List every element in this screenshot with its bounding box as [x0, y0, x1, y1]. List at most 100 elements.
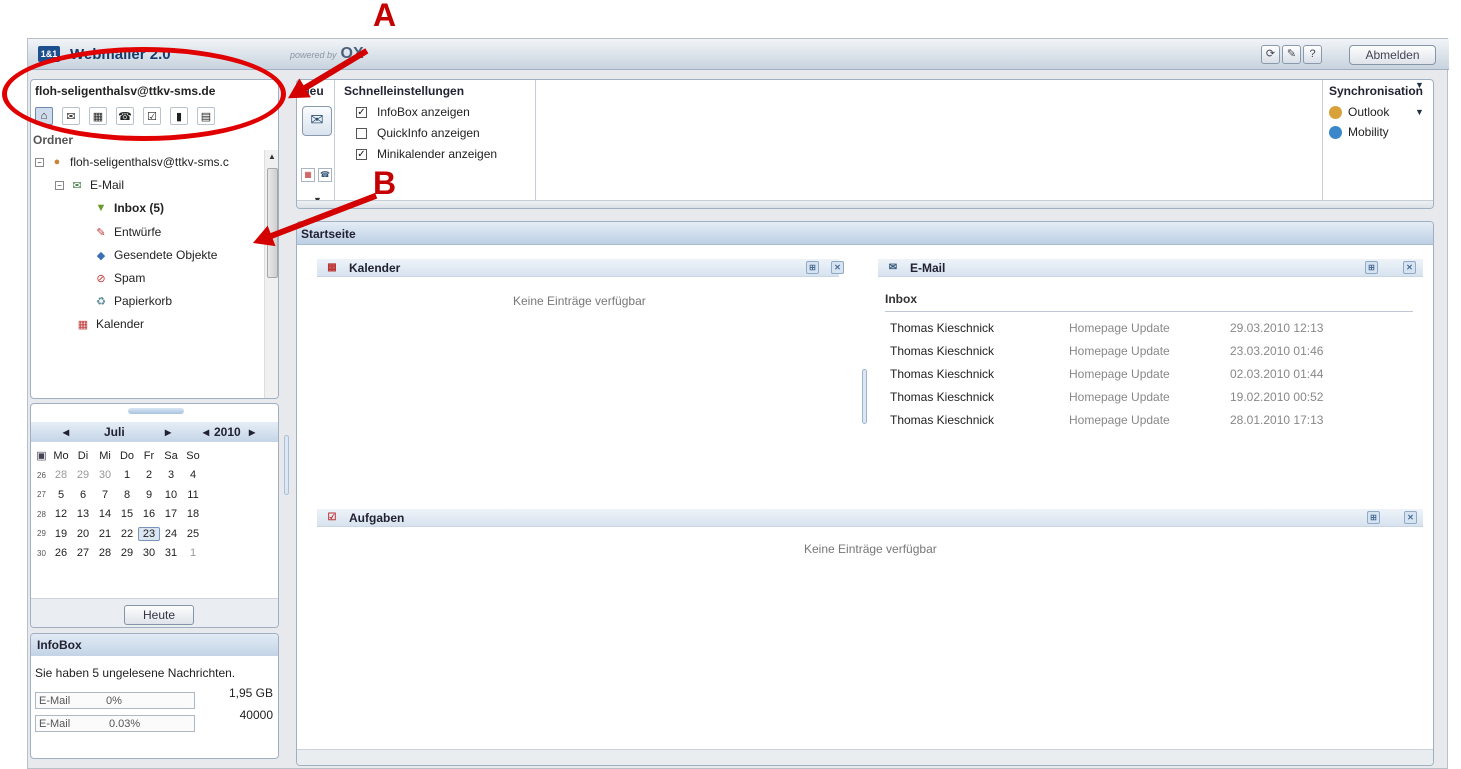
calendar-day[interactable]: 13 — [72, 508, 94, 520]
tree-item-calendar[interactable]: ▦ Kalender — [75, 314, 144, 334]
close-widget-icon[interactable]: ✕ — [1403, 261, 1416, 274]
sync-column: Synchronisation ● Outlook ● Mobility — [1322, 80, 1433, 208]
settings-icon[interactable]: ✎ — [1282, 45, 1301, 64]
maximize-icon[interactable]: ⊞ — [806, 261, 819, 274]
calendar-day[interactable]: 12 — [50, 508, 72, 520]
mail-from: Thomas Kieschnick — [890, 390, 995, 404]
calendar-day[interactable]: 30 — [138, 547, 160, 559]
week-number[interactable]: 26 — [33, 471, 50, 480]
checkbox-icon[interactable]: ✓ — [356, 106, 367, 118]
check-quickinfo[interactable]: QuickInfo anzeigen — [356, 126, 480, 140]
calendar-day[interactable]: 20 — [72, 528, 94, 540]
calendar-day[interactable]: 28 — [50, 469, 72, 481]
close-widget-icon[interactable]: ✕ — [1404, 511, 1417, 524]
calendar-day[interactable]: 7 — [94, 489, 116, 501]
widget-splitter[interactable] — [862, 369, 867, 424]
calendar-day[interactable]: 10 — [160, 489, 182, 501]
widget-title: E-Mail — [910, 261, 946, 275]
calendar-day[interactable]: 5 — [50, 489, 72, 501]
maximize-icon[interactable]: ⊞ — [1367, 511, 1380, 524]
calendar-header: ◂ Juli ▸ ◂ 2010 ▸ — [31, 422, 278, 442]
mail-from: Thomas Kieschnick — [890, 413, 995, 427]
check-minical[interactable]: ✓ Minikalender anzeigen — [356, 147, 497, 161]
scroll-up-icon[interactable]: ▲ — [268, 152, 276, 161]
toolbar-scroll-down-icon[interactable]: ▼ — [1415, 107, 1424, 117]
tree-item-inbox[interactable]: ▼ Inbox (5) — [93, 198, 164, 218]
calendar-day[interactable]: 14 — [94, 508, 116, 520]
sent-icon: ◆ — [96, 249, 106, 262]
new-mail-icon[interactable]: ✉ — [302, 106, 332, 136]
calendar-day[interactable]: 31 — [160, 547, 182, 559]
calendar-day[interactable]: 29 — [72, 469, 94, 481]
today-button[interactable]: Heute — [124, 605, 194, 625]
sidebar-splitter[interactable] — [284, 435, 289, 495]
mail-date: 02.03.2010 01:44 — [1230, 367, 1324, 381]
toolbar-scroll-up-icon[interactable]: ▼ — [1415, 80, 1424, 90]
calendar-day[interactable]: 30 — [94, 469, 116, 481]
calendar-day[interactable]: 9 — [138, 489, 160, 501]
tree-item-trash[interactable]: ♻ Papierkorb — [93, 291, 172, 311]
next-year-button[interactable]: ▸ — [249, 425, 255, 439]
calendar-day[interactable]: 27 — [72, 547, 94, 559]
calendar-day[interactable]: 24 — [160, 528, 182, 540]
prev-year-button[interactable]: ◂ — [203, 425, 209, 439]
check-infobox[interactable]: ✓ InfoBox anzeigen — [356, 105, 470, 119]
week-number[interactable]: 29 — [33, 529, 50, 538]
tree-item-email[interactable]: − ✉ E-Mail — [55, 175, 124, 195]
calendar-day[interactable]: 29 — [116, 547, 138, 559]
collapse-icon[interactable]: − — [35, 157, 44, 167]
tree-item-sent[interactable]: ◆ Gesendete Objekte — [93, 245, 218, 265]
resize-grip[interactable] — [128, 408, 184, 414]
calendar-day[interactable]: 2 — [138, 469, 160, 481]
calendar-day[interactable]: 25 — [182, 528, 204, 540]
quota-percent: 0% — [106, 695, 122, 707]
tree-item-spam[interactable]: ⊘ Spam — [93, 268, 145, 288]
calendar-day[interactable]: 1 — [182, 547, 204, 559]
tree-item-drafts[interactable]: ✎ Entwürfe — [93, 222, 161, 242]
calendar-day[interactable]: 15 — [116, 508, 138, 520]
calendar-day[interactable]: 28 — [94, 547, 116, 559]
check-label: InfoBox anzeigen — [377, 105, 470, 119]
calendar-day[interactable]: 3 — [160, 469, 182, 481]
sync-outlook[interactable]: ● Outlook — [1329, 105, 1389, 119]
refresh-icon[interactable]: ⟳ — [1261, 45, 1280, 64]
close-widget-icon[interactable]: ✕ — [831, 261, 844, 274]
calendar-day[interactable]: 23 — [138, 526, 160, 541]
checkbox-icon[interactable]: ✓ — [356, 148, 367, 160]
calendar-day[interactable]: 16 — [138, 508, 160, 520]
calendar-day[interactable]: 1 — [116, 469, 138, 481]
calendar-week-row: 30 26 27 28 29 30 31 1 — [33, 544, 271, 564]
help-icon[interactable]: ? — [1303, 45, 1322, 64]
logout-button[interactable]: Abmelden — [1349, 45, 1436, 65]
collapse-icon[interactable]: − — [55, 180, 64, 190]
next-month-button[interactable]: ▸ — [165, 425, 171, 439]
calendar-day[interactable]: 26 — [50, 547, 72, 559]
toolbar-bottom-bar — [297, 200, 1433, 208]
week-number[interactable]: 27 — [33, 490, 50, 499]
maximize-icon[interactable]: ⊞ — [1365, 261, 1378, 274]
calendar-day[interactable]: 8 — [116, 489, 138, 501]
calendar-footer: Heute — [31, 598, 278, 627]
scroll-thumb[interactable] — [267, 168, 278, 278]
tree-item-account[interactable]: − ● floh-seligenthalsv@ttkv-sms.c — [35, 152, 229, 172]
calendar-day[interactable]: 21 — [94, 528, 116, 540]
calendar-day[interactable]: 18 — [182, 508, 204, 520]
new-appointment-icon[interactable]: ▦ — [301, 168, 315, 182]
week-number[interactable]: 30 — [33, 549, 50, 558]
calendar-day[interactable]: 22 — [116, 528, 138, 540]
tree-vertical-scrollbar[interactable]: ▲ ▼ — [264, 150, 278, 398]
mail-date: 19.02.2010 00:52 — [1230, 390, 1324, 404]
week-view-icon[interactable]: ▣ — [33, 449, 50, 462]
new-contact-icon[interactable]: ☎ — [318, 168, 332, 182]
sync-mobility[interactable]: ● Mobility — [1329, 125, 1389, 139]
calendar-day[interactable]: 11 — [182, 489, 204, 501]
calendar-icon: ▦ — [327, 262, 337, 273]
tree-item-label: Gesendete Objekte — [114, 248, 218, 262]
calendar-day[interactable]: 19 — [50, 528, 72, 540]
calendar-day[interactable]: 6 — [72, 489, 94, 501]
calendar-day[interactable]: 17 — [160, 508, 182, 520]
checkbox-icon[interactable] — [356, 127, 367, 139]
calendar-day[interactable]: 4 — [182, 469, 204, 481]
prev-month-button[interactable]: ◂ — [63, 425, 69, 439]
week-number[interactable]: 28 — [33, 510, 50, 519]
